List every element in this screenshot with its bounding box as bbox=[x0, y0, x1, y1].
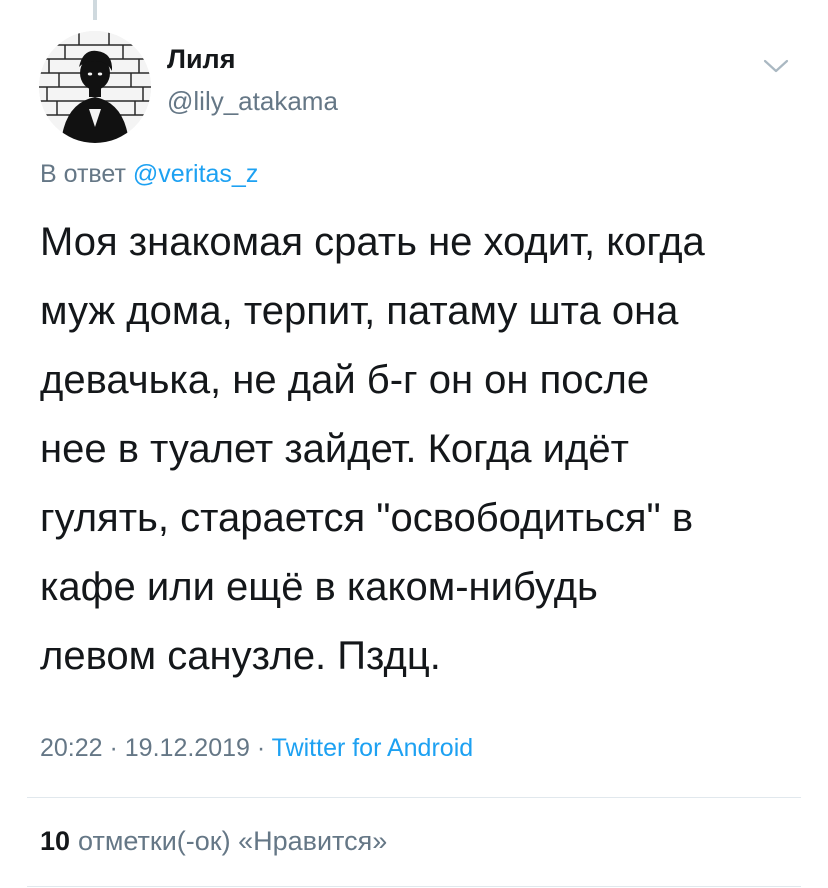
author-name[interactable]: Лиля bbox=[167, 44, 235, 75]
likes-label: отметки(-ок) «Нравится» bbox=[78, 826, 388, 856]
likes-count-link[interactable]: 10 отметки(-ок) «Нравится» bbox=[40, 826, 387, 857]
reply-prefix: В ответ bbox=[40, 160, 126, 188]
likes-count: 10 bbox=[40, 826, 71, 856]
tweet-source-link[interactable]: Twitter for Android bbox=[272, 734, 473, 762]
chevron-down-icon[interactable] bbox=[762, 56, 790, 76]
meta-separator: · bbox=[102, 734, 125, 762]
tweet-time[interactable]: 20:22 bbox=[40, 734, 103, 762]
tweet-date[interactable]: 19.12.2019 bbox=[125, 734, 250, 762]
divider bbox=[27, 797, 801, 798]
divider bbox=[27, 886, 801, 887]
reply-context: В ответ @veritas_z bbox=[40, 160, 258, 189]
author-handle[interactable]: @lily_atakama bbox=[167, 86, 338, 117]
thread-connector-line bbox=[93, 0, 97, 20]
avatar[interactable] bbox=[39, 31, 151, 143]
meta-separator: · bbox=[249, 734, 272, 762]
avatar-photo bbox=[39, 31, 151, 143]
tweet-text: Моя знакомая срать не ходит, когда муж д… bbox=[40, 220, 705, 678]
reply-mention-link[interactable]: @veritas_z bbox=[133, 160, 258, 188]
tweet-meta: 20:22 · 19.12.2019 · Twitter for Android bbox=[40, 734, 473, 763]
